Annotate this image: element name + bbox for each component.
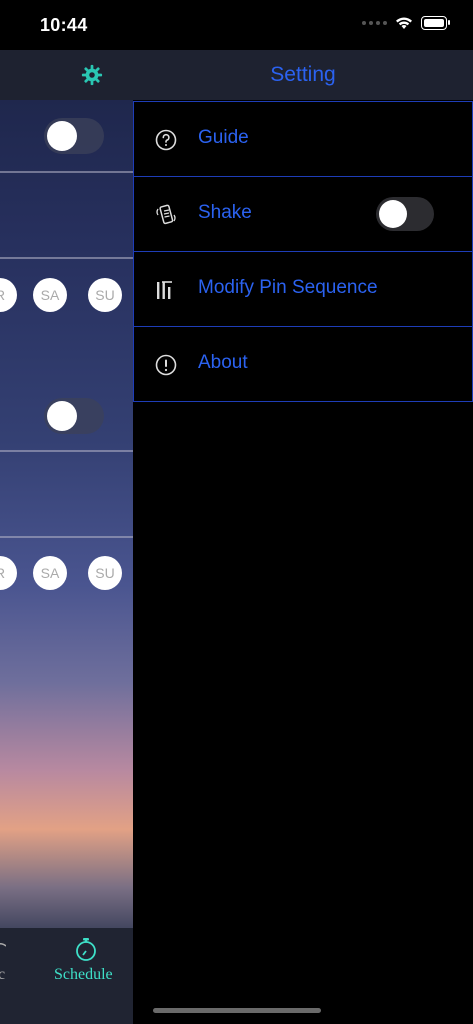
stopwatch-icon[interactable] [73, 936, 99, 962]
schedule-toggle-2[interactable] [44, 398, 104, 434]
shake-phone-icon [156, 204, 176, 225]
menu-item-label: About [198, 352, 248, 373]
schedule-toggle-1[interactable] [44, 118, 104, 154]
pin-sequence-icon [157, 281, 172, 299]
page-title: Setting [270, 63, 336, 86]
divider [0, 171, 133, 173]
divider [0, 257, 133, 259]
home-indicator[interactable] [153, 1008, 321, 1013]
status-bar: 10:44 [0, 0, 473, 50]
menu-item-about[interactable]: About [133, 326, 473, 402]
cellular-signal-icon [362, 21, 387, 25]
question-circle-icon [155, 129, 177, 151]
left-header [0, 50, 133, 100]
menu-item-label: Modify Pin Sequence [198, 277, 378, 298]
divider [0, 536, 133, 538]
settings-drawer: Setting Guide Shake Modify Pin Sequence [133, 50, 473, 1024]
battery-icon [421, 16, 450, 30]
exclamation-circle-icon [155, 354, 177, 376]
status-time: 10:44 [40, 15, 88, 35]
tab-label[interactable]: c [0, 966, 5, 984]
drawer-header: Setting [133, 50, 473, 100]
menu-item-shake[interactable]: Shake [133, 176, 473, 252]
wifi-icon [396, 17, 412, 29]
day-button-sunday[interactable]: SU [88, 556, 122, 590]
shake-toggle[interactable] [376, 197, 434, 231]
day-button[interactable]: R [0, 278, 17, 312]
tab-icon [0, 942, 6, 947]
status-icons [362, 16, 450, 30]
menu-item-modify-pin-sequence[interactable]: Modify Pin Sequence [133, 251, 473, 327]
day-button-saturday[interactable]: SA [33, 278, 67, 312]
gear-icon[interactable] [81, 64, 103, 86]
menu-item-guide[interactable]: Guide [133, 101, 473, 177]
day-button-saturday[interactable]: SA [33, 556, 67, 590]
day-button-sunday[interactable]: SU [88, 278, 122, 312]
menu-item-label: Shake [198, 202, 252, 223]
underlying-schedule-screen: R SA SU R SA SU c Schedule [0, 50, 133, 1024]
divider [0, 450, 133, 452]
menu-item-label: Guide [198, 127, 249, 148]
tab-bar: c Schedule [0, 928, 133, 1024]
tab-schedule[interactable]: Schedule [54, 966, 113, 984]
day-button[interactable]: R [0, 556, 17, 590]
